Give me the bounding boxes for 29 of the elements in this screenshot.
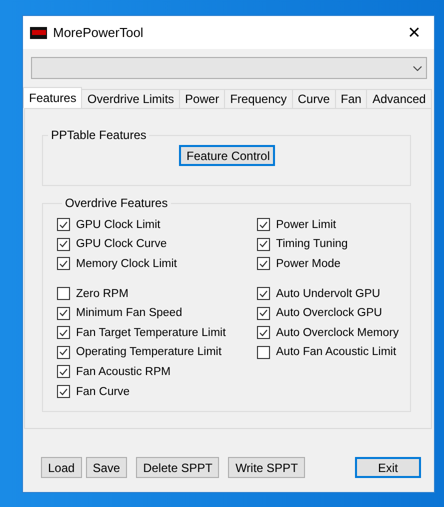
close-button[interactable]: ✕ xyxy=(400,22,428,42)
checkbox-label: Operating Temperature Limit xyxy=(76,346,222,358)
tab[interactable]: Frequency xyxy=(224,89,293,108)
checkbox-label: Memory Clock Limit xyxy=(76,258,177,270)
tab[interactable]: Features xyxy=(23,87,82,108)
tab[interactable]: Advanced xyxy=(366,89,432,108)
checkbox-label: Power Mode xyxy=(276,258,341,270)
checkbox-label: Auto Overclock GPU xyxy=(276,307,382,320)
checkbox-label: GPU Clock Limit xyxy=(76,218,160,231)
checkbox-label: Zero RPM xyxy=(76,288,128,300)
checkbox-label: Fan Curve xyxy=(76,386,130,398)
checkbox-label: Auto Overclock Memory xyxy=(276,326,399,339)
button[interactable]: Save xyxy=(86,457,128,478)
checkbox-label: GPU Clock Curve xyxy=(76,238,167,250)
window-title: MorePowerTool xyxy=(53,25,144,40)
group-title: Overdrive Features xyxy=(64,196,169,210)
checkbox-label: Minimum Fan Speed xyxy=(76,307,182,320)
checkbox-label: Fan Acoustic RPM xyxy=(76,366,171,378)
checkbox-label: Power Limit xyxy=(276,218,336,231)
group-title: PPTable Features xyxy=(50,128,148,142)
button[interactable]: Delete SPPT xyxy=(136,457,220,478)
feature-control-button[interactable]: Feature Control xyxy=(178,145,274,166)
button[interactable]: Load xyxy=(41,457,82,478)
checkbox-label: Timing Tuning xyxy=(276,238,348,250)
button[interactable]: Exit xyxy=(355,457,421,478)
checkbox-label: Fan Target Temperature Limit xyxy=(76,326,226,339)
checkbox-label: Auto Undervolt GPU xyxy=(276,288,380,300)
button[interactable]: Write SPPT xyxy=(228,457,305,478)
checkbox-label: Auto Fan Acoustic Limit xyxy=(276,346,396,358)
